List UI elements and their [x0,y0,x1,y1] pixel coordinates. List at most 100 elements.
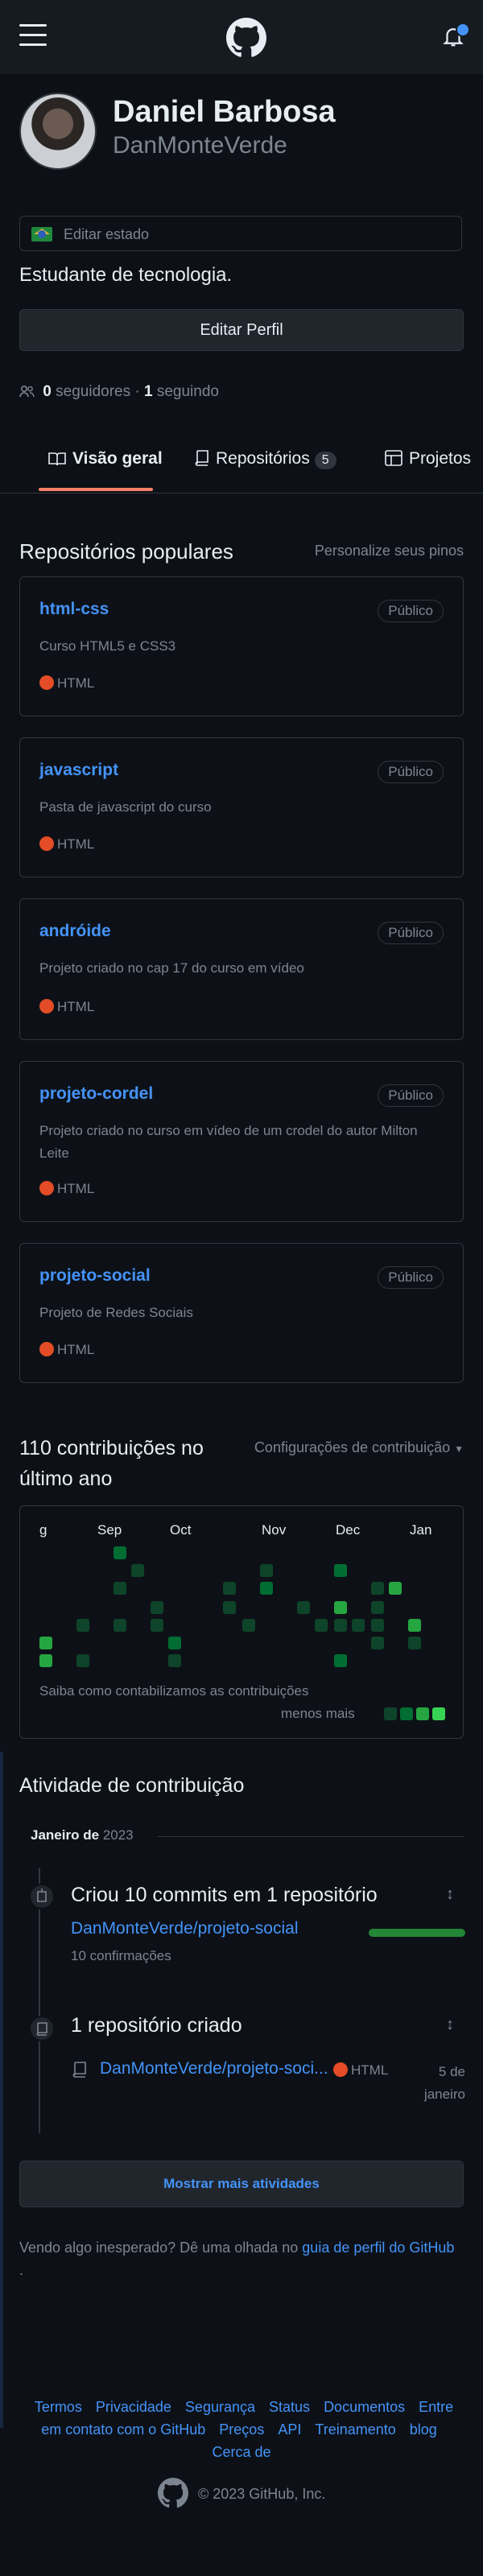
contribution-cell[interactable] [334,1564,347,1577]
footer-link-security[interactable]: Segurança [185,2399,255,2415]
collapse-icon[interactable]: ↕ [446,1885,454,1904]
active-tab-indicator [39,488,153,491]
repo-name-link[interactable]: andróide [39,922,111,941]
profile-name: Daniel Barbosa [113,95,336,129]
notification-indicator [456,23,470,37]
repo-name-link[interactable]: projeto-cordel [39,1084,153,1104]
repo-description: Projeto criado no curso em vídeo de um c… [39,1123,418,1161]
repo-name-link[interactable]: projeto-social [39,1266,151,1286]
contribution-cell[interactable] [334,1619,347,1632]
contribution-cell[interactable] [168,1654,181,1667]
visibility-badge: Público [378,1266,444,1289]
repo-count-badge: 5 [314,452,336,469]
visibility-badge: Público [378,761,444,783]
contribution-cell[interactable] [352,1619,365,1632]
contributions-title: 110 contribuições no último ano [19,1437,204,1490]
brazil-flag-icon [31,227,52,242]
repo-created-icon [29,2016,55,2041]
profile-guide-link[interactable]: guia de perfil do GitHub [302,2240,454,2256]
contribution-cell[interactable] [76,1619,89,1632]
contribution-cell[interactable] [151,1601,163,1614]
footer-link-pricing[interactable]: Preços [219,2421,264,2438]
tab-projects[interactable]: Projetos [385,449,471,469]
contribution-cell[interactable] [371,1601,384,1614]
tab-overview[interactable]: Visão geral [48,449,163,469]
contribution-settings-dropdown[interactable]: Configurações de contribuição ▼ [254,1439,464,1456]
pinned-repo-card: javascript Público Pasta de javascript d… [19,737,464,877]
footer-link-blog[interactable]: blog [410,2421,437,2438]
contribution-cell[interactable] [260,1564,273,1577]
contribution-cell[interactable] [334,1601,347,1614]
repo-icon [72,2062,86,2078]
contribution-cell[interactable] [408,1637,421,1649]
hamburger-icon[interactable] [19,24,47,47]
legend-cell [432,1707,445,1720]
followers-link[interactable]: 0 seguidores [43,383,130,400]
contribution-cell[interactable] [114,1619,126,1632]
repo-language: HTML [39,1342,94,1358]
contribution-cell[interactable] [371,1619,384,1632]
avatar[interactable] [19,93,97,170]
contribution-cell[interactable] [297,1601,310,1614]
footer-link-api[interactable]: API [278,2421,301,2438]
visibility-badge: Público [378,600,444,622]
tab-repositories[interactable]: Repositórios 5 [195,449,336,469]
caret-down-icon: ▼ [454,1443,464,1455]
pinned-title: Repositórios populares [19,539,233,564]
contribution-cell[interactable] [131,1564,144,1577]
repo-name-link[interactable]: html-css [39,600,109,619]
book-icon [48,452,66,466]
contribution-cell[interactable] [39,1637,52,1649]
contribution-cell[interactable] [114,1582,126,1595]
commits-title: Criou 10 commits em 1 repositório [71,1884,378,1906]
contribution-cell[interactable] [39,1654,52,1667]
month-label: g [39,1522,47,1538]
contribution-cell[interactable] [223,1601,236,1614]
collapse-icon[interactable]: ↕ [446,2016,454,2034]
unexpected-note: Vendo algo inesperado? Dê uma olhada no … [19,2240,455,2278]
commit-icon [29,1884,55,1909]
github-logo-icon[interactable] [158,2478,188,2508]
legend-text: menos mais [281,1706,355,1721]
created-repo-language: HTML [333,2062,388,2079]
edit-profile-button[interactable]: Editar Perfil [19,309,464,351]
footer-link-training[interactable]: Treinamento [315,2421,395,2438]
contribution-cell[interactable] [371,1582,384,1595]
contribution-cell[interactable] [76,1654,89,1667]
footer-link-about[interactable]: Cerca de [212,2444,270,2460]
footer-link-docs[interactable]: Documentos [324,2399,405,2415]
contribution-cell[interactable] [371,1637,384,1649]
footer-link-status[interactable]: Status [269,2399,310,2415]
show-more-activity-button[interactable]: Mostrar mais atividades [19,2161,464,2207]
repo-description: Pasta de javascript do curso [39,799,212,815]
contribution-cell[interactable] [168,1637,181,1649]
created-date: 5 de janeiro [423,2064,465,2102]
status-button[interactable]: Editar estado [19,216,462,251]
contribution-cell[interactable] [408,1619,421,1632]
contribution-cell[interactable] [242,1619,255,1632]
customize-pins-link[interactable]: Personalize seus pinos [315,543,464,559]
contribution-cell[interactable] [315,1619,328,1632]
commits-repo-link[interactable]: DanMonteVerde/projeto-social [71,1919,299,1938]
footer-link-terms[interactable]: Termos [35,2399,82,2415]
github-logo-icon[interactable] [226,18,266,58]
language-color-dot [39,999,54,1013]
legend-cell [416,1707,429,1720]
table-icon [385,450,402,466]
created-repo-link[interactable]: DanMonteVerde/projeto-soci... [100,2059,328,2079]
contribution-cell[interactable] [260,1582,273,1595]
following-link[interactable]: 1 seguindo [144,383,219,400]
language-color-dot [39,836,54,851]
contribution-cell[interactable] [151,1619,163,1632]
language-color-dot [39,675,54,690]
learn-contributions-link[interactable]: Saiba como contabilizamos as contribuiçõ… [39,1683,309,1699]
repo-name-link[interactable]: javascript [39,761,118,780]
contribution-cell[interactable] [334,1654,347,1667]
footer-link-privacy[interactable]: Privacidade [96,2399,171,2415]
contribution-cell[interactable] [389,1582,402,1595]
contribution-cell[interactable] [114,1546,126,1559]
divider [158,1836,464,1837]
month-label: Oct [170,1522,192,1538]
contribution-cell[interactable] [223,1582,236,1595]
month-label: Nov [262,1522,287,1538]
